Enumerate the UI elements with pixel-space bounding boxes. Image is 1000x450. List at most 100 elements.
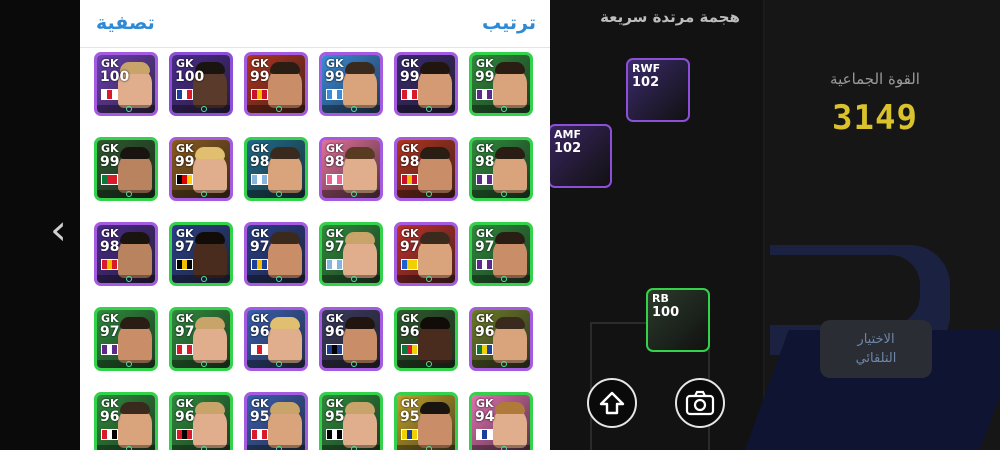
player-card[interactable]: GK 100 <box>169 52 233 116</box>
player-face-icon <box>343 238 377 278</box>
chevron-left-icon[interactable]: ‹ <box>50 205 67 254</box>
flag-icon <box>176 429 193 440</box>
filter-button[interactable]: تصفية <box>96 12 155 34</box>
player-card[interactable]: GK 99 <box>469 52 533 116</box>
player-face-icon <box>493 238 527 278</box>
player-card[interactable]: GK 99 <box>319 52 383 116</box>
player-face-icon <box>343 408 377 448</box>
player-face-icon <box>268 153 302 193</box>
lineup-player-card[interactable]: RWF 102 <box>626 58 690 122</box>
player-face-icon <box>193 153 227 193</box>
player-card[interactable]: GK 99 <box>244 52 308 116</box>
formation-title[interactable]: هجمة مرتدة سريعة <box>580 8 760 26</box>
player-card[interactable]: GK 99 <box>394 52 458 116</box>
player-card[interactable]: GK 97 <box>244 222 308 286</box>
player-card[interactable]: GK 99 <box>94 137 158 201</box>
game-screen: هجمة مرتدة سريعة RWF 102 AMF 102 RB 100 القوة… <box>0 0 1000 450</box>
move-up-button[interactable] <box>587 378 637 428</box>
player-card[interactable]: GK 98 <box>319 137 383 201</box>
auto-select-label-line1: الاختيار <box>857 332 895 347</box>
player-card[interactable]: GK 96 <box>469 307 533 371</box>
player-card[interactable]: GK 97 <box>169 307 233 371</box>
skill-dot-icon <box>126 106 132 112</box>
skill-dot-icon <box>126 191 132 197</box>
player-rating: 97 <box>400 239 420 255</box>
skill-dot-icon <box>501 361 507 367</box>
flag-icon <box>176 344 193 355</box>
player-rating: 102 <box>632 75 660 90</box>
flag-icon <box>401 429 418 440</box>
player-hair-icon <box>195 402 225 414</box>
player-card[interactable]: GK 96 <box>394 307 458 371</box>
skill-dot-icon <box>201 276 207 282</box>
player-card[interactable]: GK 94 <box>469 392 533 450</box>
player-hair-icon <box>270 232 300 244</box>
skill-dot-icon <box>126 446 132 450</box>
player-rating: 97 <box>100 324 120 340</box>
skill-dot-icon <box>501 191 507 197</box>
player-rating: 97 <box>175 324 195 340</box>
flag-icon <box>101 174 118 185</box>
skill-dot-icon <box>426 106 432 112</box>
player-card[interactable]: GK 98 <box>244 137 308 201</box>
player-rating: 94 <box>475 409 495 425</box>
flag-icon <box>476 429 493 440</box>
player-rating: 100 <box>652 305 680 320</box>
player-hair-icon <box>345 232 375 244</box>
team-strength-value: 3149 <box>832 98 918 138</box>
player-card[interactable]: GK 96 <box>244 307 308 371</box>
player-rating: 96 <box>175 409 195 425</box>
skill-dot-icon <box>201 191 207 197</box>
flag-icon <box>251 344 268 355</box>
camera-button[interactable] <box>675 378 725 428</box>
flag-icon <box>176 174 193 185</box>
team-strength-label: القوة الجماعية <box>830 70 920 88</box>
skill-dot-icon <box>276 361 282 367</box>
player-card[interactable]: GK 95 <box>394 392 458 450</box>
player-card[interactable]: GK 98 <box>94 222 158 286</box>
lineup-player-card[interactable]: RB 100 <box>646 288 710 352</box>
player-face-icon <box>418 238 452 278</box>
player-rating: 96 <box>100 409 120 425</box>
player-rating: 95 <box>400 409 420 425</box>
player-face-icon <box>418 408 452 448</box>
player-card[interactable]: GK 96 <box>169 392 233 450</box>
player-hair-icon <box>270 402 300 414</box>
flag-icon <box>476 344 493 355</box>
skill-dot-icon <box>276 446 282 450</box>
player-card[interactable]: GK 98 <box>469 137 533 201</box>
sort-button[interactable]: ترتيب <box>482 12 536 34</box>
arrow-up-icon <box>599 391 625 415</box>
skill-dot-icon <box>126 276 132 282</box>
player-position: AMF <box>554 128 581 141</box>
player-card[interactable]: GK 97 <box>169 222 233 286</box>
lineup-player-card[interactable]: AMF 102 <box>548 124 612 188</box>
player-face-icon <box>268 323 302 363</box>
player-card[interactable]: GK 97 <box>469 222 533 286</box>
player-face-icon <box>493 408 527 448</box>
player-position: RWF <box>632 62 661 75</box>
player-rating: 95 <box>250 409 270 425</box>
skill-dot-icon <box>276 191 282 197</box>
player-face-icon <box>193 408 227 448</box>
player-face-icon <box>418 153 452 193</box>
player-face-icon <box>418 323 452 363</box>
player-card[interactable]: GK 97 <box>94 307 158 371</box>
player-card[interactable]: GK 95 <box>244 392 308 450</box>
player-rating: 97 <box>325 239 345 255</box>
player-card[interactable]: GK 97 <box>394 222 458 286</box>
player-card[interactable]: GK 97 <box>319 222 383 286</box>
player-face-icon <box>493 323 527 363</box>
player-rating: 96 <box>250 324 270 340</box>
flag-icon <box>176 89 193 100</box>
player-card[interactable]: GK 99 <box>169 137 233 201</box>
player-card[interactable]: GK 100 <box>94 52 158 116</box>
auto-select-button[interactable]: الاختيار التلقائي <box>820 320 932 378</box>
player-rating: 99 <box>325 69 345 85</box>
player-hair-icon <box>420 232 450 244</box>
player-card[interactable]: GK 96 <box>94 392 158 450</box>
player-hair-icon <box>495 147 525 159</box>
player-card[interactable]: GK 98 <box>394 137 458 201</box>
player-card[interactable]: GK 95 <box>319 392 383 450</box>
player-card[interactable]: GK 96 <box>319 307 383 371</box>
